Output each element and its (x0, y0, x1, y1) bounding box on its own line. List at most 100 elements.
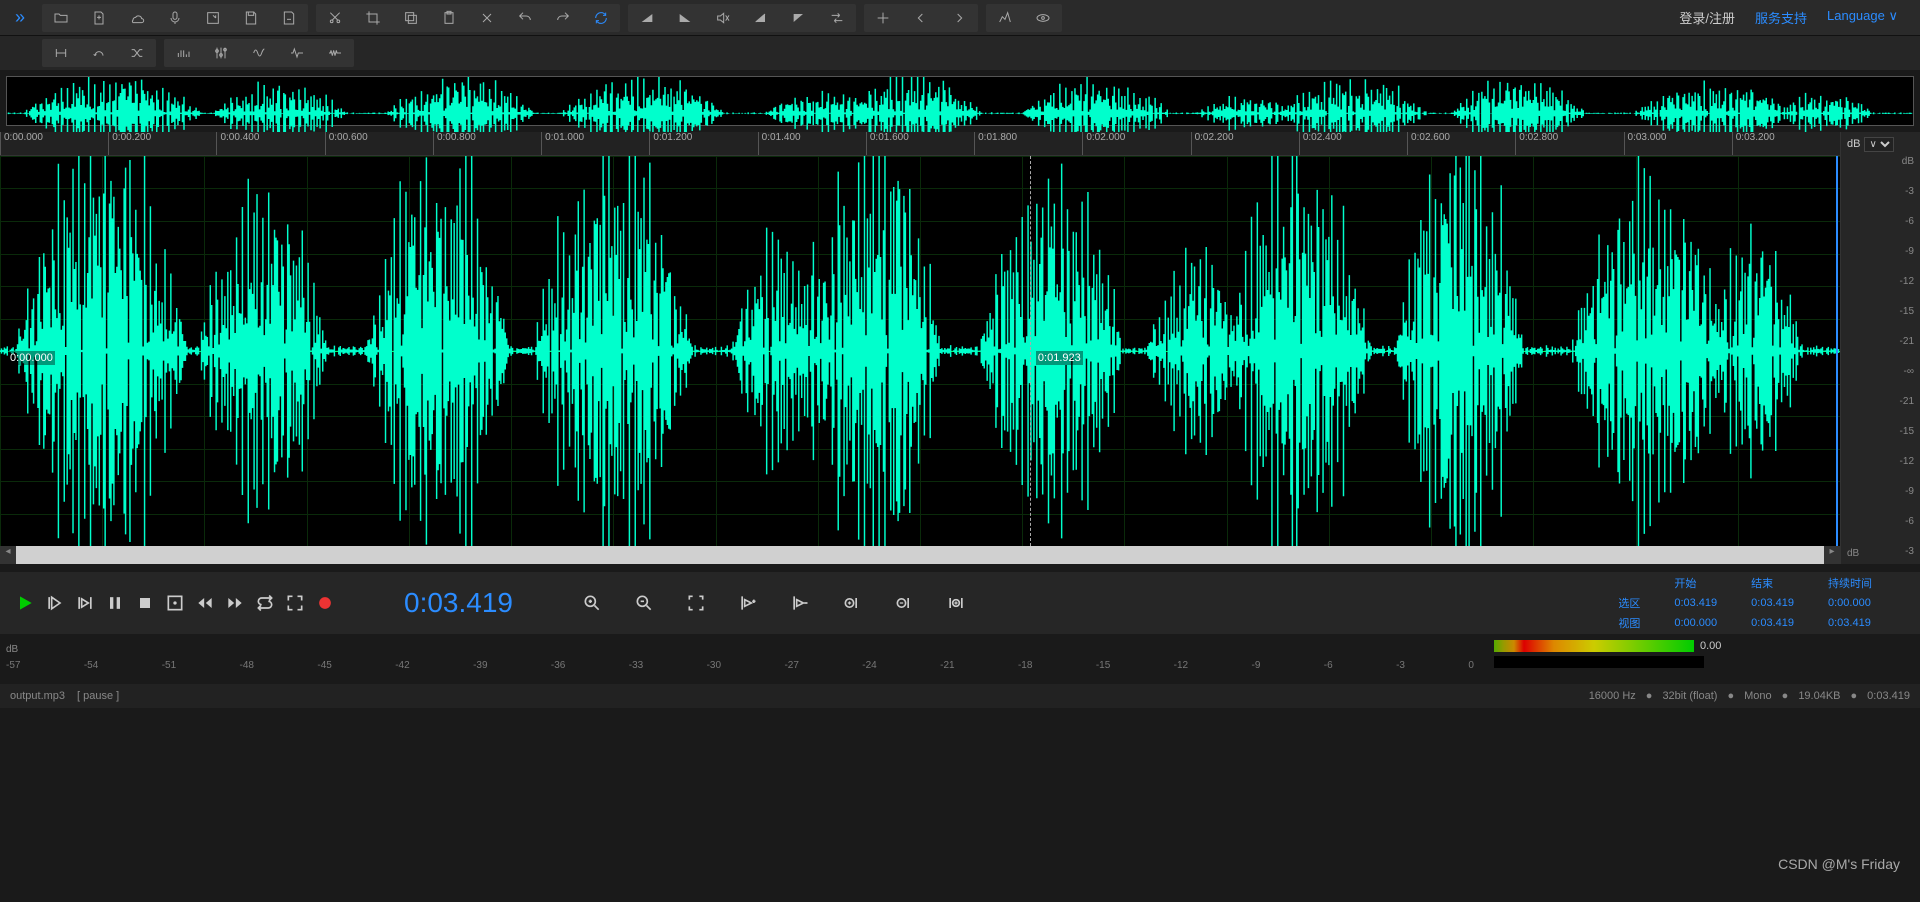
ruler-tick: 0:00.800 (433, 132, 476, 155)
waveform-view[interactable]: 0:00.000 0:01.923 (0, 156, 1840, 546)
paste-icon[interactable] (430, 4, 468, 32)
meter-panel: dB -57-54-51-48-45-42-39-36-33-30-27-24-… (0, 634, 1920, 684)
save-as-icon[interactable] (270, 4, 308, 32)
level-value: 0.00 (1700, 640, 1721, 652)
cursor-time-label: 0:01.923 (1036, 351, 1083, 365)
scroll-left-icon[interactable]: ◂ (0, 546, 16, 564)
time-ruler[interactable]: 0:00.000 0:00.200 0:00.400 0:00.600 0:00.800… (0, 132, 1840, 156)
level-meter (1494, 640, 1694, 652)
new-file-icon[interactable] (80, 4, 118, 32)
add-marker-icon[interactable] (864, 4, 902, 32)
ruler-tick: 0:02.400 (1299, 132, 1342, 155)
delete-icon[interactable] (468, 4, 506, 32)
overview-panel[interactable] (6, 76, 1914, 126)
volume-down-icon[interactable] (780, 4, 818, 32)
ruler-tick: 0:01.200 (649, 132, 692, 155)
play-loop-button[interactable] (70, 588, 100, 618)
refresh-icon[interactable] (582, 4, 620, 32)
ruler-tick: 0:00.200 (108, 132, 151, 155)
view-icon[interactable] (1024, 4, 1062, 32)
status-channels: Mono (1744, 690, 1772, 702)
login-link[interactable]: 登录/注册 (1679, 8, 1735, 27)
export-icon[interactable] (194, 4, 232, 32)
end-marker[interactable] (1836, 156, 1838, 546)
loop-button[interactable] (250, 588, 280, 618)
status-playstate: [ pause ] (77, 690, 119, 702)
status-size: 19.04KB (1798, 690, 1840, 702)
rewind-button[interactable] (190, 588, 220, 618)
zoom-fit-button[interactable] (681, 588, 711, 618)
meter-scale: -57-54-51-48-45-42-39-36-33-30-27-24-21-… (6, 660, 1474, 678)
status-filename: output.mp3 (10, 690, 65, 702)
loop-region-icon[interactable] (80, 39, 118, 67)
mic-icon[interactable] (156, 4, 194, 32)
peak-meter (1494, 656, 1704, 668)
language-link[interactable]: Language ∨ (1827, 8, 1898, 27)
play-selection-button[interactable] (40, 588, 70, 618)
zoom-selection-out-button[interactable] (785, 588, 815, 618)
mixer-icon[interactable] (202, 39, 240, 67)
ruler-tick: 0:00.600 (325, 132, 368, 155)
ruler-tick: 0:02.200 (1191, 132, 1234, 155)
secondary-toolbar (0, 36, 1920, 70)
ruler-tick: 0:00.400 (216, 132, 259, 155)
support-link[interactable]: 服务支持 (1755, 8, 1807, 27)
main-waveform (0, 156, 1840, 546)
ruler-tick: 0:03.000 (1624, 132, 1667, 155)
ruler-tick: 0:02.600 (1407, 132, 1450, 155)
ruler-tick: 0:02.000 (1082, 132, 1125, 155)
main-toolbar: » 登录/注册 服务支持 Language ∨ (0, 0, 1920, 36)
cloud-icon[interactable] (118, 4, 156, 32)
ruler-tick: 0:00.000 (0, 132, 43, 155)
goto-start-button[interactable] (160, 588, 190, 618)
ruler-tick: 0:01.400 (758, 132, 801, 155)
ruler-tick: 0:03.200 (1732, 132, 1775, 155)
zoom-left-out-button[interactable] (889, 588, 919, 618)
meter-db-label: dB (6, 644, 18, 655)
record-button[interactable] (310, 588, 340, 618)
horizontal-scrollbar[interactable]: ◂ ▸ (0, 546, 1840, 564)
eq-bars-icon[interactable] (164, 39, 202, 67)
spectrum-icon[interactable] (986, 4, 1024, 32)
volume-up-icon[interactable] (742, 4, 780, 32)
play-button[interactable] (10, 588, 40, 618)
pulse-icon[interactable] (278, 39, 316, 67)
fade-out-icon[interactable] (666, 4, 704, 32)
ruler-tick: 0:01.600 (866, 132, 909, 155)
scroll-track[interactable] (16, 546, 1824, 564)
cut-icon[interactable] (316, 4, 354, 32)
reverse-icon[interactable] (818, 4, 856, 32)
pause-button[interactable] (100, 588, 130, 618)
forward-button[interactable] (220, 588, 250, 618)
time-display: 0:03.419 (364, 587, 553, 619)
waveform-icon[interactable] (316, 39, 354, 67)
scroll-right-icon[interactable]: ▸ (1824, 546, 1840, 564)
selection-info: 开始结束持续时间 选区0:03.4190:03.4190:00.000 视图0:… (1600, 572, 1910, 634)
zoom-left-in-button[interactable] (837, 588, 867, 618)
watermark: CSDN @M's Friday (1778, 856, 1900, 872)
redo-icon[interactable] (544, 4, 582, 32)
fade-in-icon[interactable] (628, 4, 666, 32)
zoom-in-button[interactable] (577, 588, 607, 618)
expand-menu-icon[interactable]: » (6, 4, 34, 32)
mute-icon[interactable] (704, 4, 742, 32)
range-select-icon[interactable] (42, 39, 80, 67)
status-samplerate: 16000 Hz (1589, 690, 1636, 702)
play-cursor[interactable] (1030, 156, 1031, 546)
shuffle-icon[interactable] (118, 39, 156, 67)
open-file-icon[interactable] (42, 4, 80, 32)
copy-icon[interactable] (392, 4, 430, 32)
stop-button[interactable] (130, 588, 160, 618)
zoom-selection-in-button[interactable] (733, 588, 763, 618)
zoom-range-button[interactable] (941, 588, 971, 618)
frequency-icon[interactable] (240, 39, 278, 67)
fullscreen-button[interactable] (280, 588, 310, 618)
undo-icon[interactable] (506, 4, 544, 32)
zoom-out-button[interactable] (629, 588, 659, 618)
status-duration: 0:03.419 (1867, 690, 1910, 702)
ruler-tick: 0:01.000 (541, 132, 584, 155)
save-icon[interactable] (232, 4, 270, 32)
prev-marker-icon[interactable] (902, 4, 940, 32)
next-marker-icon[interactable] (940, 4, 978, 32)
crop-icon[interactable] (354, 4, 392, 32)
